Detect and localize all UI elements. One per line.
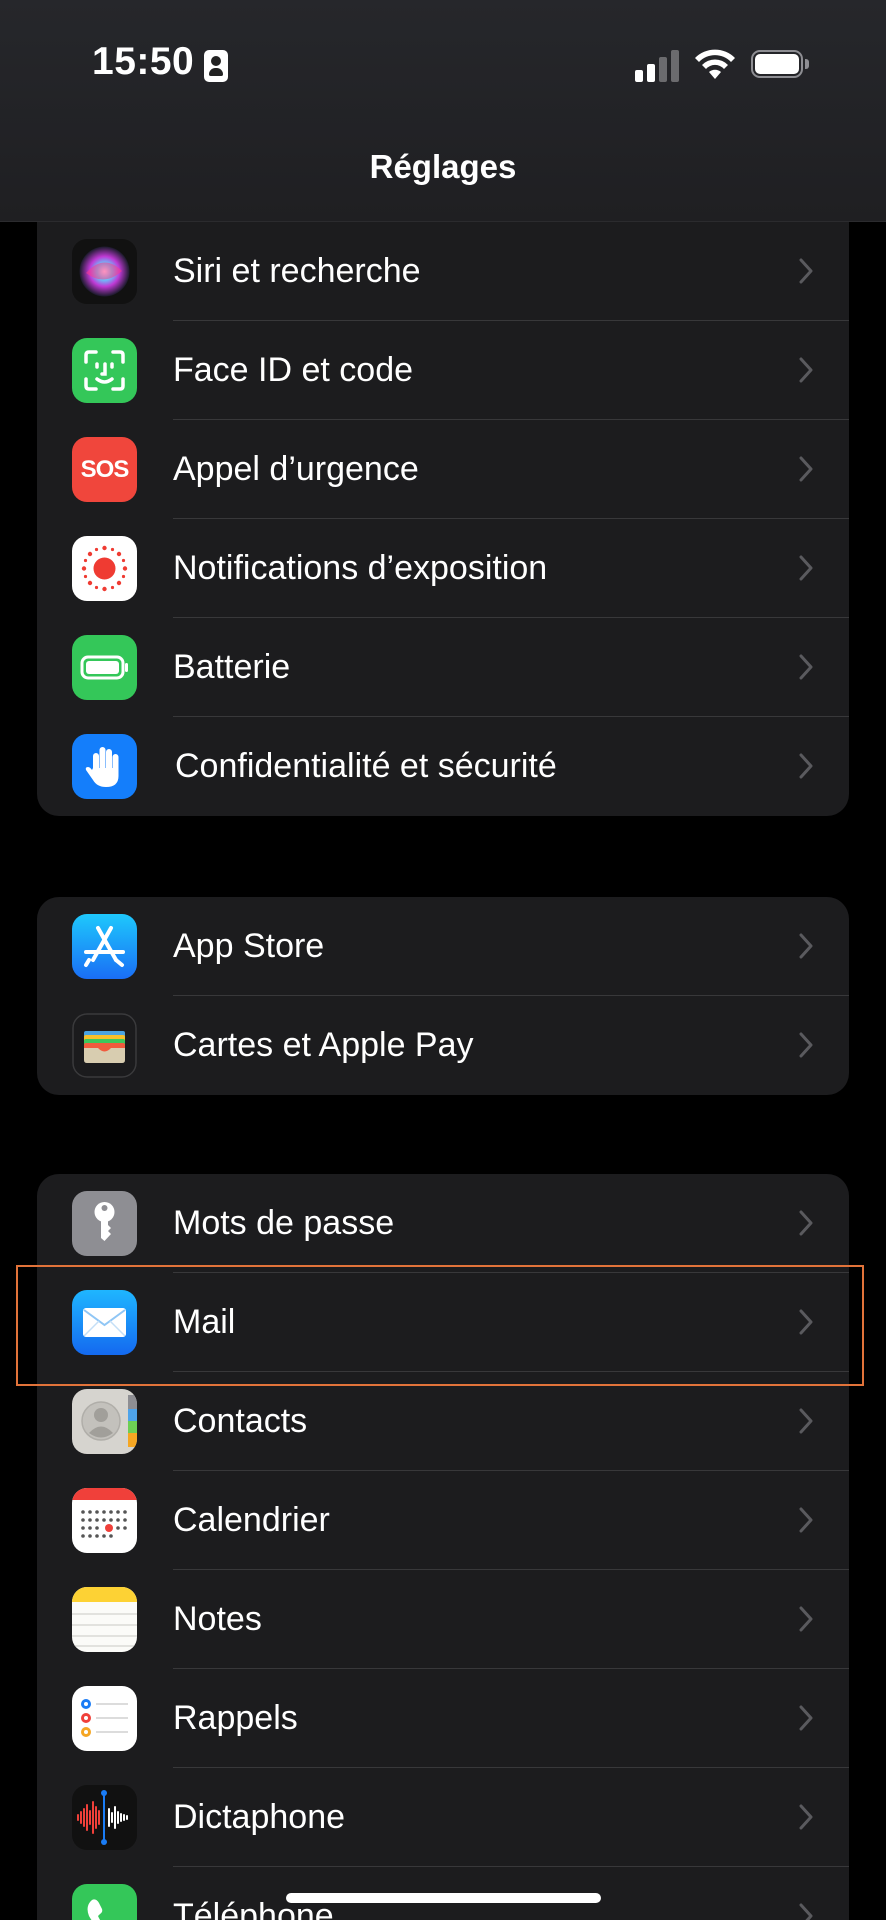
settings-item-calendar[interactable]: Calendrier (37, 1471, 849, 1570)
navigation-header: 15:50 Réglages (0, 0, 886, 222)
chevron-right-icon (799, 654, 813, 680)
battery-icon (72, 635, 137, 700)
settings-item-app-store[interactable]: App Store (37, 897, 849, 996)
settings-screen: 15:50 Réglages Siri et recherche Face ID… (0, 0, 886, 1920)
settings-item-notes[interactable]: Notes (37, 1570, 849, 1669)
face-id-icon (72, 338, 137, 403)
page-title: Réglages (369, 148, 517, 185)
settings-item-label: Cartes et Apple Pay (173, 1026, 474, 1064)
settings-item-label: Contacts (173, 1402, 308, 1440)
home-indicator[interactable] (286, 1893, 601, 1903)
settings-item-siri[interactable]: Siri et recherche (37, 222, 849, 321)
chevron-right-icon (799, 753, 813, 779)
settings-group-apps: Mots de passe Mail Contacts Calendrier N… (37, 1174, 849, 1920)
chevron-right-icon (799, 456, 813, 482)
sos-icon-text: SOS (80, 456, 130, 483)
chevron-right-icon (799, 1507, 813, 1533)
settings-item-exposure-notifications[interactable]: Notifications d’exposition (37, 519, 849, 618)
key-icon (72, 1191, 137, 1256)
cellular-signal-icon (635, 50, 681, 82)
siri-icon (72, 239, 137, 304)
settings-group-system: Siri et recherche Face ID et code SOS Ap… (37, 173, 849, 816)
settings-item-label: Rappels (173, 1699, 298, 1737)
app-store-icon (72, 914, 137, 979)
notes-icon (72, 1587, 137, 1652)
chevron-right-icon (799, 1408, 813, 1434)
wallet-icon (72, 1013, 137, 1078)
contacts-icon (72, 1389, 137, 1454)
settings-item-label: Batterie (173, 648, 291, 686)
settings-item-battery[interactable]: Batterie (37, 618, 849, 717)
chevron-right-icon (799, 1705, 813, 1731)
settings-item-contacts[interactable]: Contacts (37, 1372, 849, 1471)
privacy-hand-icon (72, 734, 137, 799)
chevron-right-icon (799, 1309, 813, 1335)
settings-item-label: Calendrier (173, 1501, 330, 1539)
settings-item-label: Face ID et code (173, 351, 414, 389)
settings-item-label: Siri et recherche (173, 252, 421, 290)
calendar-icon (72, 1488, 137, 1553)
battery-status-icon (751, 50, 811, 80)
settings-item-emergency-sos[interactable]: SOS Appel d’urgence (37, 420, 849, 519)
settings-item-label: Mail (173, 1303, 236, 1341)
voice-memos-icon (72, 1785, 137, 1850)
phone-icon (72, 1884, 137, 1920)
wifi-icon (695, 49, 735, 79)
settings-item-label: Notifications d’exposition (173, 549, 548, 587)
reminders-icon (72, 1686, 137, 1751)
chevron-right-icon (799, 933, 813, 959)
settings-item-label: Dictaphone (173, 1798, 346, 1836)
sos-icon: SOS (72, 437, 137, 502)
settings-item-mail[interactable]: Mail (37, 1273, 849, 1372)
settings-item-label: Mots de passe (173, 1204, 395, 1242)
settings-group-store: App Store Cartes et Apple Pay (37, 897, 849, 1095)
settings-item-label: Notes (173, 1600, 262, 1638)
settings-item-label: Confidentialité et sécurité (175, 747, 557, 785)
settings-item-face-id[interactable]: Face ID et code (37, 321, 849, 420)
settings-item-voice-memos[interactable]: Dictaphone (37, 1768, 849, 1867)
chevron-right-icon (799, 357, 813, 383)
chevron-right-icon (799, 258, 813, 284)
mail-icon (72, 1290, 137, 1355)
chevron-right-icon (799, 1032, 813, 1058)
settings-item-privacy[interactable]: Confidentialité et sécurité (37, 717, 849, 816)
chevron-right-icon (799, 1804, 813, 1830)
settings-item-wallet[interactable]: Cartes et Apple Pay (37, 996, 849, 1095)
chevron-right-icon (799, 1210, 813, 1236)
chevron-right-icon (799, 1606, 813, 1632)
settings-item-label: App Store (173, 927, 325, 965)
settings-item-label: Appel d’urgence (173, 450, 419, 488)
settings-item-passwords[interactable]: Mots de passe (37, 1174, 849, 1273)
chevron-right-icon (799, 1903, 813, 1920)
settings-item-reminders[interactable]: Rappels (37, 1669, 849, 1768)
chevron-right-icon (799, 555, 813, 581)
status-time: 15:50 (92, 40, 195, 83)
exposure-notifications-icon (72, 536, 137, 601)
contact-card-icon (204, 50, 228, 82)
